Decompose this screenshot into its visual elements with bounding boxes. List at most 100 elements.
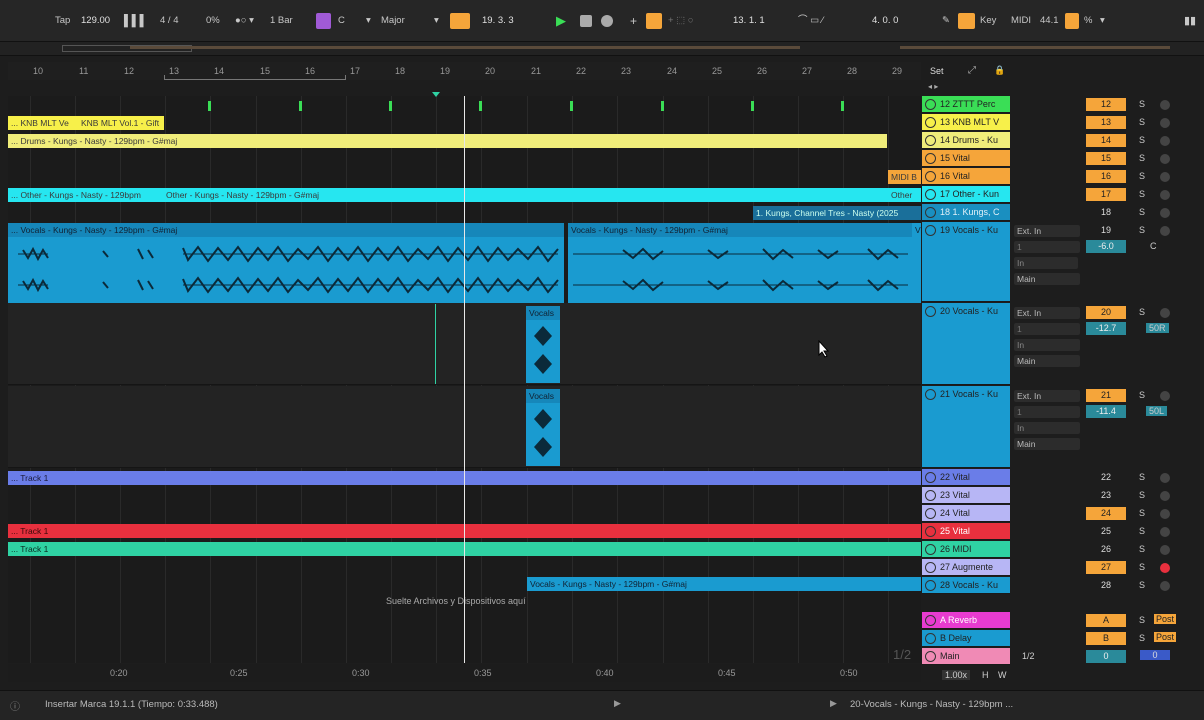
arm-button[interactable] bbox=[1160, 190, 1170, 200]
return-header-a[interactable]: A Reverb bbox=[922, 612, 1010, 629]
midi-clip-marker[interactable] bbox=[841, 101, 844, 111]
clip-knb[interactable]: KNB MLT Vol.1 - Gift bbox=[78, 116, 164, 130]
insert-marker-icon[interactable] bbox=[432, 92, 440, 97]
solo-button[interactable]: S bbox=[1134, 188, 1150, 201]
add-icon[interactable]: + bbox=[630, 13, 637, 29]
input-channel-select[interactable]: 1 bbox=[1014, 406, 1080, 418]
midi-clip-marker[interactable] bbox=[299, 101, 302, 111]
solo-button[interactable]: S bbox=[1134, 543, 1150, 556]
groove-amount-field[interactable]: 0% bbox=[206, 13, 220, 29]
solo-button[interactable]: S bbox=[1134, 224, 1150, 237]
scale-select[interactable]: Major bbox=[381, 13, 405, 29]
midi-clip-marker[interactable] bbox=[479, 101, 482, 111]
track-activator[interactable]: 13 bbox=[1086, 116, 1126, 129]
track-header-24[interactable]: 24 Vital bbox=[922, 505, 1010, 522]
solo-button[interactable]: S bbox=[1134, 389, 1150, 402]
track-header-13[interactable]: 13 KNB MLT V bbox=[922, 114, 1010, 131]
track-activator[interactable]: 25 bbox=[1086, 525, 1126, 538]
automation-arm-icon[interactable] bbox=[646, 13, 662, 29]
track-activator[interactable]: 17 bbox=[1086, 188, 1126, 201]
loop-icons[interactable]: ⌒ ▭ ∕ bbox=[798, 13, 823, 29]
track-activator[interactable]: 19 bbox=[1086, 224, 1126, 237]
clip-other[interactable]: Other bbox=[888, 188, 921, 202]
audio-clip-vocals[interactable]: ... Vocals - Kungs - Nasty - 129bpm - G#… bbox=[8, 223, 564, 303]
pan-field[interactable]: C bbox=[1150, 241, 1157, 251]
main-volume[interactable]: 0 bbox=[1086, 650, 1126, 663]
input-channel-select[interactable]: 1 bbox=[1014, 323, 1080, 335]
audio-clip-vocals-short[interactable]: Vocals bbox=[526, 389, 560, 466]
return-activator[interactable]: A bbox=[1086, 614, 1126, 627]
track-activator[interactable]: 18 bbox=[1086, 206, 1126, 219]
track-activator[interactable]: 27 bbox=[1086, 561, 1126, 574]
track-header-26[interactable]: 26 MIDI bbox=[922, 541, 1010, 558]
clip-other[interactable]: ... Other - Kungs - Nasty - 129bpm bbox=[8, 188, 163, 202]
arm-button[interactable] bbox=[1160, 208, 1170, 218]
track-header-25[interactable]: 25 Vital bbox=[922, 523, 1010, 540]
expand-icon[interactable]: ⤢ bbox=[968, 65, 976, 76]
input-type-select[interactable]: Ext. In bbox=[1014, 307, 1080, 319]
solo-button[interactable]: S bbox=[1134, 471, 1150, 484]
track-header-17[interactable]: 17 Other - Kun bbox=[922, 186, 1010, 203]
track-activator[interactable]: 22 bbox=[1086, 471, 1126, 484]
stop-icon[interactable] bbox=[580, 15, 592, 27]
metronome-icon[interactable]: ▐▐▐ bbox=[120, 13, 143, 29]
post-send-button[interactable]: Post bbox=[1154, 632, 1177, 642]
track-header-15[interactable]: 15 Vital bbox=[922, 150, 1010, 167]
clip-other[interactable]: Other - Kungs - Nasty - 129bpm - G#maj bbox=[163, 188, 888, 202]
audio-clip-vocals[interactable]: Vc bbox=[912, 223, 921, 303]
track-activator[interactable]: 21 bbox=[1086, 389, 1126, 402]
main-header[interactable]: Main bbox=[922, 648, 1010, 665]
post-send-button[interactable]: Post bbox=[1154, 614, 1177, 624]
arm-button[interactable] bbox=[1160, 154, 1170, 164]
track-activator[interactable]: 14 bbox=[1086, 134, 1126, 147]
song-position-field[interactable]: 19. 3. 3 bbox=[482, 13, 514, 29]
volume-field[interactable]: -6.0 bbox=[1086, 240, 1126, 253]
track-activator[interactable]: 20 bbox=[1086, 306, 1126, 319]
midi-clip-marker[interactable] bbox=[570, 101, 573, 111]
output-select[interactable]: Main bbox=[1014, 438, 1080, 450]
play-icon[interactable]: ▶ bbox=[614, 698, 621, 709]
solo-button[interactable]: S bbox=[1134, 507, 1150, 520]
track-activator[interactable]: 15 bbox=[1086, 152, 1126, 165]
solo-button[interactable]: S bbox=[1134, 152, 1150, 165]
scale-mode-icon[interactable] bbox=[316, 13, 331, 29]
midi-clip-marker[interactable] bbox=[208, 101, 211, 111]
draw-mode-icon[interactable]: ✎ bbox=[942, 13, 950, 29]
midi-clip-marker[interactable] bbox=[389, 101, 392, 111]
solo-button[interactable]: S bbox=[1134, 632, 1150, 645]
track-activator[interactable]: 23 bbox=[1086, 489, 1126, 502]
solo-button[interactable]: S bbox=[1134, 116, 1150, 129]
arrangement-overview[interactable] bbox=[0, 42, 1204, 56]
zoom-field[interactable]: 1.00x bbox=[942, 670, 971, 680]
track-header-16[interactable]: 16 Vital bbox=[922, 168, 1010, 185]
arrangement-follow-button[interactable] bbox=[450, 13, 470, 29]
input-channel-select[interactable]: 1 bbox=[1014, 241, 1080, 253]
time-signature-field[interactable]: 4 / 4 bbox=[160, 13, 179, 29]
track-activator[interactable]: 12 bbox=[1086, 98, 1126, 111]
quantize-menu[interactable]: 1 Bar bbox=[270, 13, 293, 29]
capture-icon[interactable]: + ⬚ ○ bbox=[668, 13, 694, 29]
volume-field[interactable]: -12.7 bbox=[1086, 322, 1126, 335]
playhead[interactable] bbox=[464, 96, 465, 663]
clip-channel[interactable]: 1. Kungs, Channel Tres - Nasty (2025 bbox=[753, 206, 921, 220]
loop-start-field[interactable]: 13. 1. 1 bbox=[733, 13, 765, 29]
audio-clip-vocals[interactable]: Vocals - Kungs - Nasty - 129bpm - G#maj bbox=[568, 223, 912, 303]
volume-field[interactable]: -11.4 bbox=[1086, 405, 1126, 418]
cue-volume[interactable]: 0 bbox=[1140, 650, 1170, 660]
arm-button[interactable] bbox=[1160, 100, 1170, 110]
pan-field[interactable]: 50L bbox=[1146, 406, 1168, 416]
key-root-select[interactable]: C bbox=[338, 13, 345, 29]
midi-map-button[interactable]: MIDI bbox=[1011, 13, 1031, 29]
arm-button[interactable] bbox=[1160, 509, 1170, 519]
clip-vocals-28[interactable]: Vocals - Kungs - Nasty - 129bpm - G#maj bbox=[527, 577, 921, 591]
record-icon[interactable] bbox=[601, 15, 613, 27]
key-map-button[interactable]: Key bbox=[980, 13, 996, 29]
arm-button[interactable] bbox=[1160, 308, 1170, 318]
info-icon[interactable]: ⓘ bbox=[10, 698, 20, 713]
loop-brace[interactable] bbox=[164, 75, 346, 80]
nav-arrows-icon[interactable]: ◂ ▸ bbox=[928, 82, 938, 91]
input-type-select[interactable]: Ext. In bbox=[1014, 390, 1080, 402]
solo-button[interactable]: S bbox=[1134, 489, 1150, 502]
output-select[interactable]: Main bbox=[1014, 355, 1080, 367]
track-header-27[interactable]: 27 Augmente bbox=[922, 559, 1010, 576]
